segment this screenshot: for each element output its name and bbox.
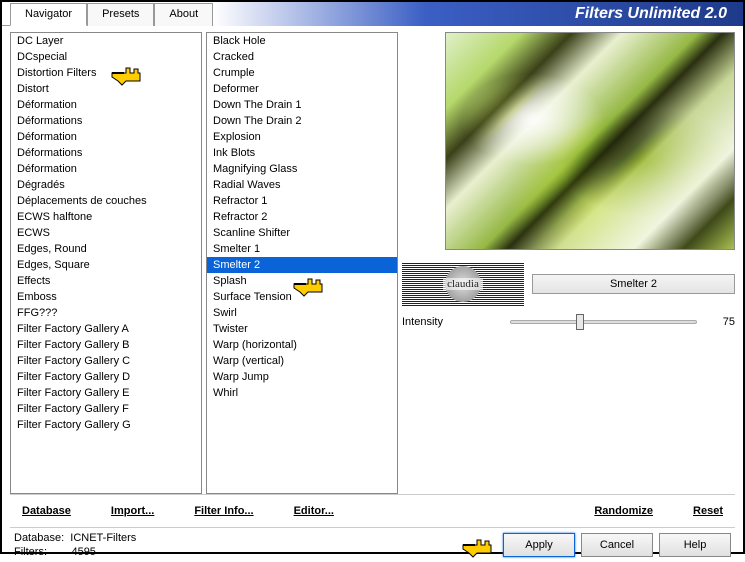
watermark-stamp: claudia xyxy=(402,262,524,306)
category-item[interactable]: Filter Factory Gallery B xyxy=(11,337,201,353)
right-link-group: Randomize Reset xyxy=(586,501,731,521)
filter-item[interactable]: Warp (horizontal) xyxy=(207,337,397,353)
link-button-row: Database Import... Filter Info... Editor… xyxy=(2,495,743,527)
category-item[interactable]: Déformations xyxy=(11,113,201,129)
filter-item[interactable]: Deformer xyxy=(207,81,397,97)
category-item[interactable]: Distortion Filters xyxy=(11,65,201,81)
filter-item[interactable]: Swirl xyxy=(207,305,397,321)
status-filters-value: 4595 xyxy=(71,546,95,558)
filter-item[interactable]: Explosion xyxy=(207,129,397,145)
tab-presets[interactable]: Presets xyxy=(87,3,154,26)
category-item[interactable]: Déformation xyxy=(11,161,201,177)
category-item[interactable]: Déformation xyxy=(11,97,201,113)
randomize-link[interactable]: Randomize xyxy=(586,501,661,521)
action-button-group: Apply Cancel Help xyxy=(461,533,731,557)
category-item[interactable]: Effects xyxy=(11,273,201,289)
category-item[interactable]: Filter Factory Gallery C xyxy=(11,353,201,369)
apply-button[interactable]: Apply xyxy=(503,533,575,557)
slider-label: Intensity xyxy=(402,316,502,328)
category-item[interactable]: ECWS xyxy=(11,225,201,241)
filter-item[interactable]: Radial Waves xyxy=(207,177,397,193)
filter-item[interactable]: Down The Drain 1 xyxy=(207,97,397,113)
hand-pointer-icon xyxy=(461,535,497,559)
bottom-bar: Database: ICNET-Filters Filters: 4595 Ap… xyxy=(2,528,743,562)
category-item[interactable]: Déplacements de couches xyxy=(11,193,201,209)
sliders-area: Intensity 75 xyxy=(402,310,735,334)
filter-column: Black HoleCrackedCrumpleDeformerDown The… xyxy=(206,32,398,494)
filter-item[interactable]: Down The Drain 2 xyxy=(207,113,397,129)
tab-about[interactable]: About xyxy=(154,3,213,26)
preview-column: claudia Smelter 2 Intensity 75 xyxy=(402,32,735,494)
slider-row: Intensity 75 xyxy=(402,310,735,334)
category-column: DC LayerDCspecialDistortion FiltersDisto… xyxy=(10,32,202,494)
filter-item[interactable]: Scanline Shifter xyxy=(207,225,397,241)
slider-thumb[interactable] xyxy=(576,314,584,330)
filter-item[interactable]: Twister xyxy=(207,321,397,337)
cancel-button[interactable]: Cancel xyxy=(581,533,653,557)
category-item[interactable]: DC Layer xyxy=(11,33,201,49)
category-item[interactable]: ECWS halftone xyxy=(11,209,201,225)
header-bar: Navigator Presets About Filters Unlimite… xyxy=(2,2,743,26)
slider-value: 75 xyxy=(705,316,735,328)
status-db-value: ICNET-Filters xyxy=(70,532,136,544)
status-text: Database: ICNET-Filters Filters: 4595 xyxy=(14,531,136,559)
category-item[interactable]: Emboss xyxy=(11,289,201,305)
database-link[interactable]: Database xyxy=(14,501,79,521)
filter-item[interactable]: Splash xyxy=(207,273,397,289)
filter-item[interactable]: Smelter 1 xyxy=(207,241,397,257)
category-item[interactable]: Filter Factory Gallery A xyxy=(11,321,201,337)
category-item[interactable]: Filter Factory Gallery E xyxy=(11,385,201,401)
filter-item[interactable]: Magnifying Glass xyxy=(207,161,397,177)
tab-strip: Navigator Presets About xyxy=(2,2,213,25)
filter-item[interactable]: Warp Jump xyxy=(207,369,397,385)
status-filters-label: Filters: xyxy=(14,546,47,558)
selected-filter-name: Smelter 2 xyxy=(532,274,735,294)
filter-item[interactable]: Ink Blots xyxy=(207,145,397,161)
app-title: Filters Unlimited 2.0 xyxy=(213,2,743,26)
filter-title-row: claudia Smelter 2 xyxy=(402,262,735,306)
category-item[interactable]: Filter Factory Gallery F xyxy=(11,401,201,417)
filter-list[interactable]: Black HoleCrackedCrumpleDeformerDown The… xyxy=(206,32,398,494)
filter-item[interactable]: Surface Tension xyxy=(207,289,397,305)
filter-item[interactable]: Refractor 2 xyxy=(207,209,397,225)
filter-item[interactable]: Refractor 1 xyxy=(207,193,397,209)
preview-image xyxy=(445,32,735,250)
category-item[interactable]: Filter Factory Gallery D xyxy=(11,369,201,385)
help-button[interactable]: Help xyxy=(659,533,731,557)
category-item[interactable]: Filter Factory Gallery G xyxy=(11,417,201,433)
filter-info-link[interactable]: Filter Info... xyxy=(186,501,261,521)
reset-link[interactable]: Reset xyxy=(685,501,731,521)
category-item[interactable]: Déformation xyxy=(11,129,201,145)
category-item[interactable]: Dégradés xyxy=(11,177,201,193)
editor-link[interactable]: Editor... xyxy=(286,501,342,521)
import-link[interactable]: Import... xyxy=(103,501,162,521)
tab-navigator[interactable]: Navigator xyxy=(10,3,87,26)
filter-item[interactable]: Crumple xyxy=(207,65,397,81)
filter-item[interactable]: Smelter 2 xyxy=(207,257,397,273)
filter-item[interactable]: Black Hole xyxy=(207,33,397,49)
category-list[interactable]: DC LayerDCspecialDistortion FiltersDisto… xyxy=(10,32,202,494)
category-item[interactable]: FFG??? xyxy=(11,305,201,321)
category-item[interactable]: Déformations xyxy=(11,145,201,161)
status-db-label: Database: xyxy=(14,532,64,544)
watermark-text: claudia xyxy=(443,278,483,290)
filter-item[interactable]: Cracked xyxy=(207,49,397,65)
slider-track[interactable] xyxy=(510,320,697,324)
category-item[interactable]: Edges, Round xyxy=(11,241,201,257)
category-item[interactable]: DCspecial xyxy=(11,49,201,65)
category-item[interactable]: Edges, Square xyxy=(11,257,201,273)
category-item[interactable]: Distort xyxy=(11,81,201,97)
filter-item[interactable]: Whirl xyxy=(207,385,397,401)
filter-item[interactable]: Warp (vertical) xyxy=(207,353,397,369)
main-area: DC LayerDCspecialDistortion FiltersDisto… xyxy=(2,26,743,494)
